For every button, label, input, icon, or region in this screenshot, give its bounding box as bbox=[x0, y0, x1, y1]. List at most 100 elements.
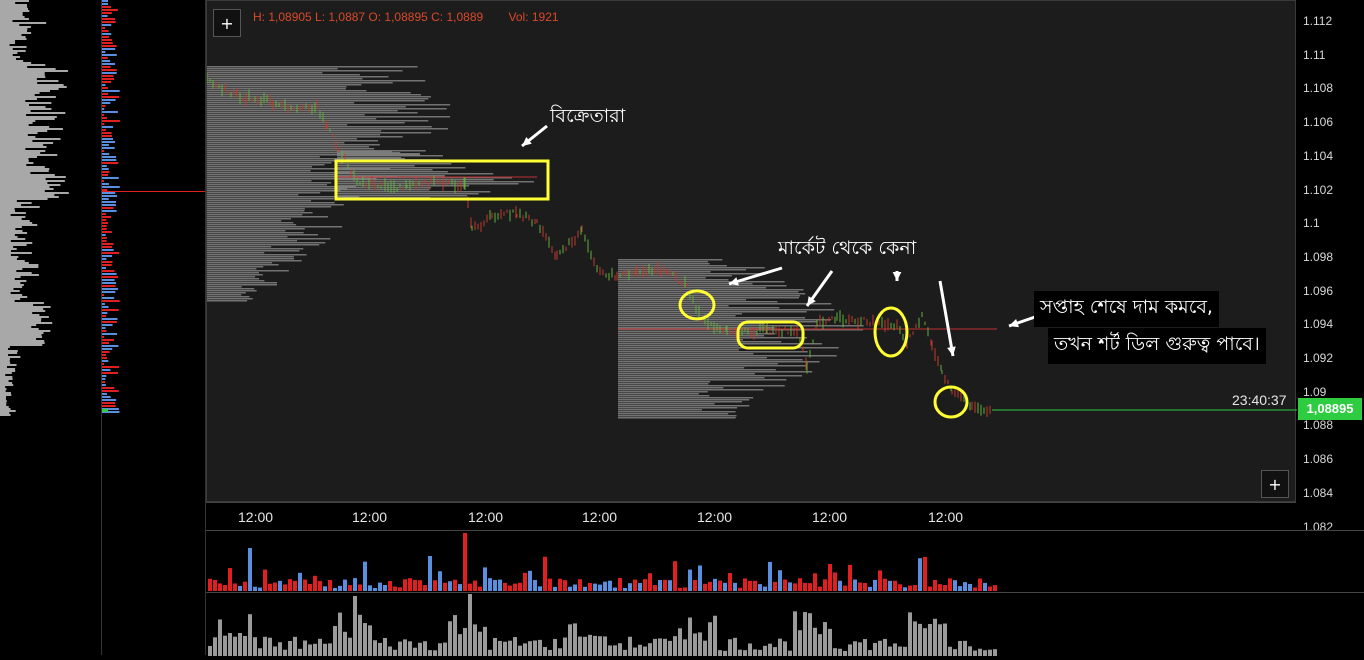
profile-bar bbox=[0, 242, 33, 244]
volume-bar bbox=[578, 579, 582, 591]
volume-bar bbox=[598, 584, 602, 591]
session-profile-bar bbox=[207, 256, 294, 258]
annotation-arrow bbox=[938, 280, 955, 357]
ladder-bar bbox=[102, 183, 110, 185]
ladder-bar bbox=[102, 348, 113, 350]
profile-bar bbox=[0, 378, 13, 380]
profile-bar bbox=[0, 22, 47, 24]
profile-bar bbox=[0, 324, 37, 326]
session-profile-bar bbox=[618, 291, 799, 293]
volume-bar bbox=[928, 586, 932, 591]
session-profile-bar bbox=[618, 415, 737, 417]
ladder-bar bbox=[102, 288, 118, 290]
volume-bar bbox=[358, 584, 362, 591]
profile-bar bbox=[0, 146, 47, 148]
profile-bar bbox=[0, 274, 39, 276]
chart-panel[interactable] bbox=[206, 0, 1297, 502]
profile-bar bbox=[0, 178, 46, 180]
histogram-bar bbox=[343, 631, 347, 656]
histogram-bar bbox=[578, 636, 582, 656]
histogram-bar bbox=[458, 634, 462, 656]
session-profile-bar bbox=[337, 153, 420, 155]
volume-bar bbox=[538, 586, 542, 591]
histogram-bar bbox=[288, 640, 292, 656]
session-profile-bar bbox=[618, 383, 709, 385]
ladder-bar bbox=[102, 303, 105, 305]
profile-bar bbox=[0, 168, 50, 170]
histogram-bar bbox=[548, 649, 552, 656]
volume-bar bbox=[933, 579, 937, 591]
time-label: 12:00 bbox=[582, 509, 618, 525]
profile-bar bbox=[0, 268, 23, 270]
profile-bar bbox=[0, 338, 37, 340]
histogram-bar bbox=[283, 649, 287, 656]
histogram-bar bbox=[503, 641, 507, 656]
add-indicator-button[interactable]: + bbox=[213, 9, 241, 37]
session-profile-bar bbox=[207, 76, 389, 78]
histogram-bar bbox=[608, 645, 612, 656]
ladder-bar bbox=[102, 132, 112, 134]
profile-bar bbox=[0, 164, 27, 166]
session-profile-bar bbox=[618, 379, 787, 381]
ladder-bar bbox=[102, 318, 118, 320]
profile-bar bbox=[0, 308, 44, 310]
ladder-bar bbox=[102, 216, 112, 218]
session-profile-bar bbox=[207, 264, 279, 266]
ladder-bar bbox=[102, 336, 105, 338]
session-profile-bar bbox=[207, 288, 255, 290]
histogram-bar bbox=[433, 650, 437, 656]
ladder-bar bbox=[102, 18, 116, 20]
ladder-bar bbox=[102, 324, 113, 326]
ladder-bar bbox=[102, 33, 112, 35]
volume-bar bbox=[813, 573, 817, 591]
profile-bar bbox=[0, 356, 21, 358]
time-axis[interactable]: 12:00 12:00 12:00 12:00 12:00 12:00 12:00 bbox=[206, 502, 1296, 529]
histogram-bar bbox=[438, 643, 442, 656]
session-profile-bar bbox=[618, 265, 727, 267]
ladder-bar bbox=[102, 87, 108, 89]
ladder-bar bbox=[102, 402, 116, 404]
profile-bar bbox=[0, 264, 39, 266]
profile-bar bbox=[0, 98, 38, 100]
histogram-bar bbox=[908, 612, 912, 656]
volume-bar bbox=[408, 578, 412, 591]
histogram-bar bbox=[988, 649, 992, 656]
ladder-bar bbox=[102, 165, 107, 167]
histogram-bar bbox=[618, 643, 622, 656]
volume-bar bbox=[788, 582, 792, 591]
ladder-bar bbox=[102, 51, 106, 53]
session-profile-bar bbox=[618, 305, 729, 307]
session-profile-bar bbox=[207, 230, 286, 232]
session-profile-bar bbox=[207, 142, 345, 144]
session-profile-bar bbox=[207, 242, 326, 244]
session-profile-bar bbox=[618, 345, 740, 347]
ladder-bar bbox=[102, 267, 106, 269]
profile-bar bbox=[0, 28, 28, 30]
session-profile-bar bbox=[207, 262, 273, 264]
session-profile-bar bbox=[207, 134, 381, 136]
session-profile-bar bbox=[207, 80, 426, 82]
session-profile-bar bbox=[207, 96, 431, 98]
ladder-bar bbox=[102, 66, 111, 68]
ladder-bar bbox=[102, 234, 106, 236]
histogram-bar bbox=[713, 615, 717, 656]
profile-bar bbox=[0, 48, 13, 50]
profile-bar bbox=[0, 78, 37, 80]
session-profile-bar bbox=[207, 188, 348, 190]
profile-bar bbox=[0, 402, 7, 404]
profile-bar bbox=[0, 166, 45, 168]
histogram-bar bbox=[628, 636, 632, 656]
session-profile-bar bbox=[207, 274, 263, 276]
histogram-bar bbox=[678, 628, 682, 656]
profile-bar bbox=[0, 116, 57, 118]
histogram-bar bbox=[613, 645, 617, 656]
price-ladder bbox=[101, 0, 206, 655]
add-panel-button[interactable]: + bbox=[1261, 470, 1289, 498]
session-profile-bar bbox=[618, 375, 802, 377]
price-axis[interactable]: 1.112 1.11 1.108 1.106 1.104 1.102 1.1 1.098 1.0… bbox=[1297, 0, 1364, 534]
histogram-bar bbox=[338, 612, 342, 656]
histogram-bar bbox=[428, 650, 432, 656]
profile-bar bbox=[0, 282, 21, 284]
profile-bar bbox=[0, 182, 48, 184]
volume-bar bbox=[438, 571, 442, 591]
